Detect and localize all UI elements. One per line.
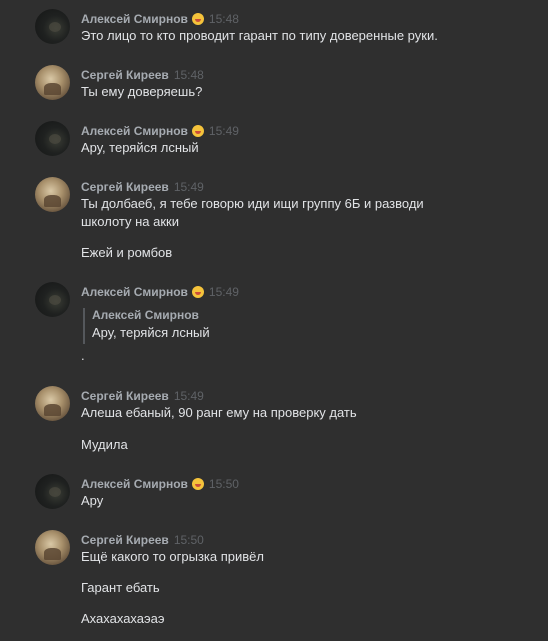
message-time[interactable]: 15:49	[209, 285, 239, 299]
message-time[interactable]: 15:48	[209, 12, 239, 26]
author-name[interactable]: Сергей Киреев	[81, 389, 169, 403]
message-header: Сергей Киреев 15:48	[81, 68, 204, 82]
message-text: Ару, теряйся лсный	[81, 140, 199, 155]
message-text: Алеша ебаный, 90 ранг ему на проверку да…	[81, 405, 357, 420]
author-name[interactable]: Сергей Киреев	[81, 180, 169, 194]
message-text: школоту на акки	[81, 214, 179, 229]
author-name[interactable]: Алексей Смирнов	[81, 477, 188, 491]
message-header: Сергей Киреев 15:49	[81, 180, 204, 194]
drooling-face-emoji-icon	[191, 125, 204, 137]
message-text: Мудила	[81, 437, 128, 452]
message-text: .	[81, 348, 85, 363]
message-time[interactable]: 15:50	[209, 477, 239, 491]
avatar[interactable]	[35, 121, 70, 156]
message-text: Ещё какого то огрызка привёл	[81, 549, 264, 564]
avatar[interactable]	[35, 474, 70, 509]
author-name[interactable]: Алексей Смирнов	[81, 285, 188, 299]
author-name[interactable]: Алексей Смирнов	[81, 124, 188, 138]
avatar[interactable]	[35, 9, 70, 44]
message-text: Это лицо то кто проводит гарант по типу …	[81, 28, 438, 43]
message-header: Сергей Киреев 15:50	[81, 533, 204, 547]
message-time[interactable]: 15:49	[174, 389, 204, 403]
message-text: Ару	[81, 493, 104, 508]
drooling-face-emoji-icon	[191, 13, 204, 25]
avatar[interactable]	[35, 530, 70, 565]
avatar[interactable]	[35, 386, 70, 421]
quote-bar	[83, 308, 85, 344]
message-text: Ты ему доверяешь?	[81, 84, 203, 99]
drooling-face-emoji-icon	[191, 478, 204, 490]
message-header: Сергей Киреев 15:49	[81, 389, 204, 403]
author-name[interactable]: Сергей Киреев	[81, 533, 169, 547]
author-name[interactable]: Алексей Смирнов	[81, 12, 188, 26]
message-text: Ты долбаеб, я тебе говорю иди ищи группу…	[81, 196, 424, 211]
avatar[interactable]	[35, 282, 70, 317]
message-header: Алексей Смирнов 15:49	[81, 124, 239, 138]
message-text: Ахахахахаэаэ	[81, 611, 165, 626]
quote-author[interactable]: Алексей Смирнов	[92, 308, 199, 322]
message-header: Алексей Смирнов 15:48	[81, 12, 239, 26]
drooling-face-emoji-icon	[191, 286, 204, 298]
message-text: Ежей и ромбов	[81, 245, 173, 260]
message-time[interactable]: 15:49	[209, 124, 239, 138]
message-time[interactable]: 15:48	[174, 68, 204, 82]
avatar[interactable]	[35, 65, 70, 100]
message-header: Алексей Смирнов 15:49	[81, 285, 239, 299]
message-time[interactable]: 15:50	[174, 533, 204, 547]
message-text: Гарант ебать	[81, 580, 160, 595]
message-header: Алексей Смирнов 15:50	[81, 477, 239, 491]
message-time[interactable]: 15:49	[174, 180, 204, 194]
avatar[interactable]	[35, 177, 70, 212]
quote-text: Ару, теряйся лсный	[92, 325, 210, 340]
author-name[interactable]: Сергей Киреев	[81, 68, 169, 82]
